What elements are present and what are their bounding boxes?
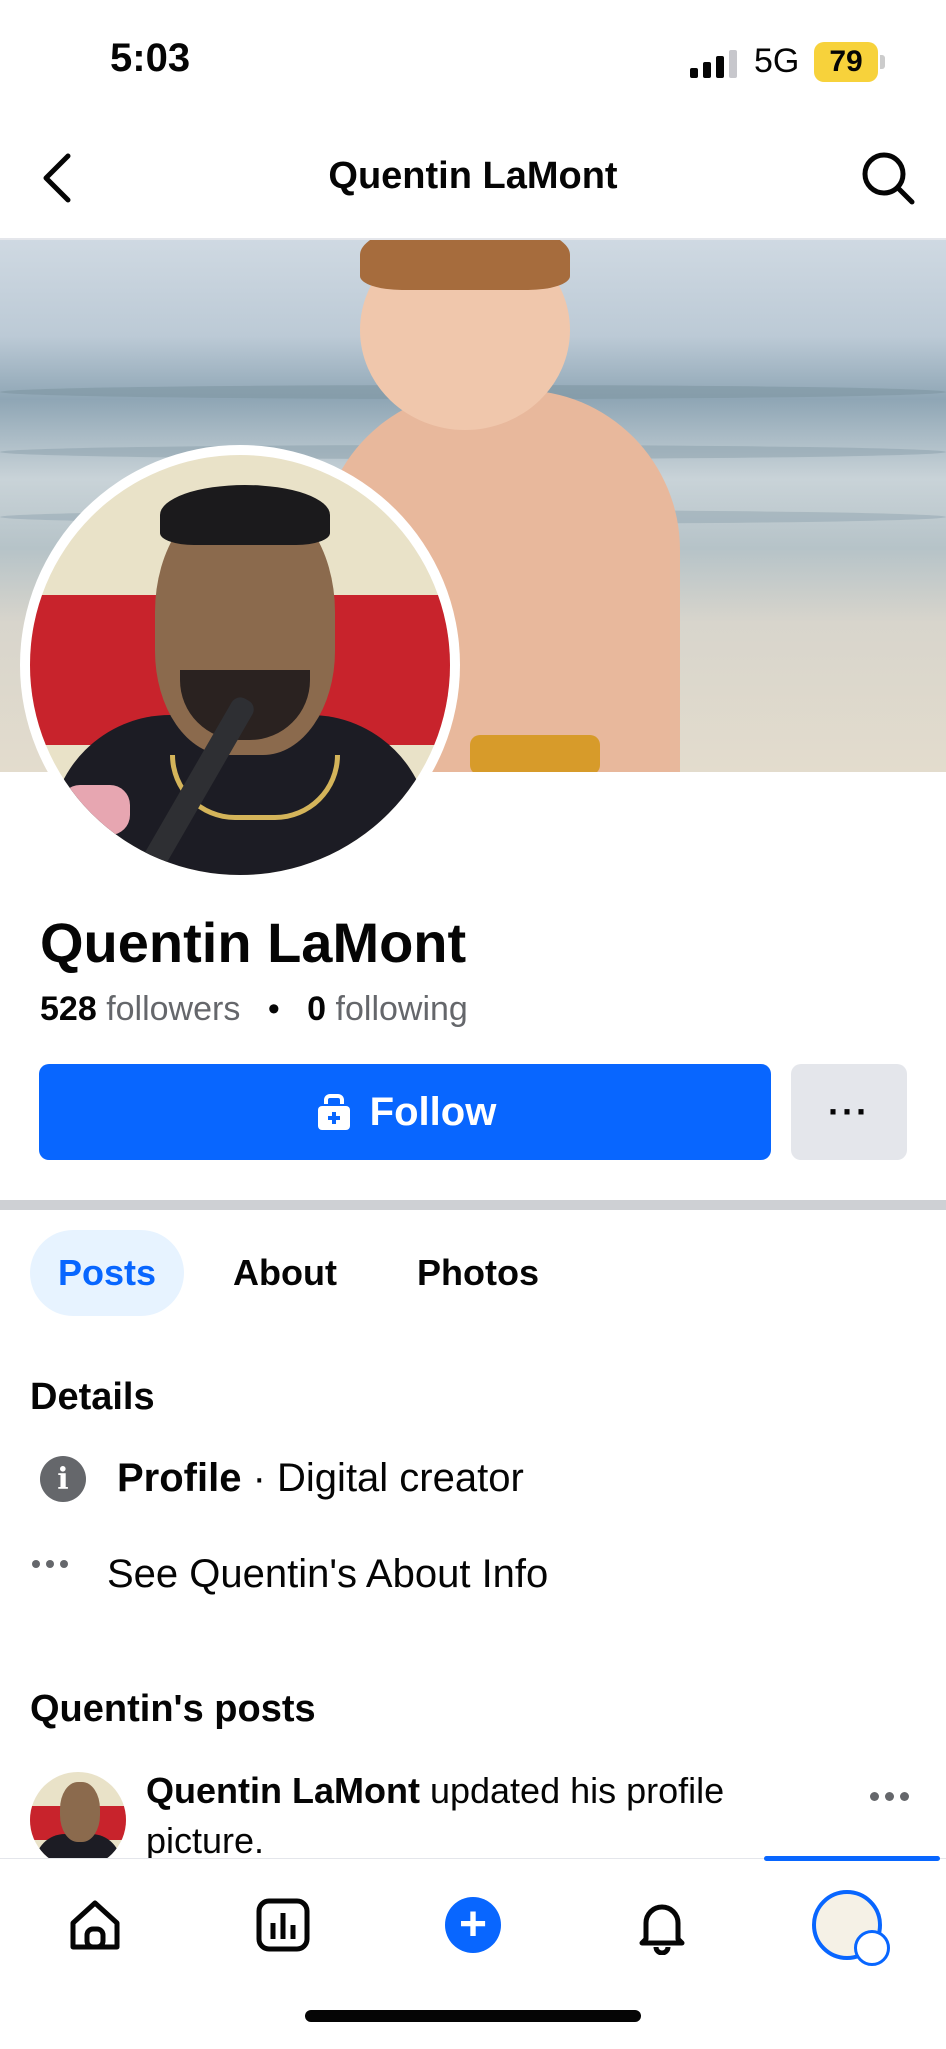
posts-heading: Quentin's posts [30, 1688, 316, 1730]
following-label[interactable]: following [336, 990, 468, 1028]
profile-label: Profile [117, 1456, 242, 1500]
battery-icon [880, 55, 885, 69]
nav-home[interactable] [60, 1890, 130, 1960]
followers-count[interactable]: 528 [40, 990, 97, 1028]
nav-notifications[interactable] [627, 1890, 697, 1960]
profile-category: Profile · Digital creator [117, 1456, 524, 1501]
section-divider [0, 1200, 946, 1210]
tab-posts[interactable]: Posts [30, 1230, 184, 1316]
nav-create[interactable]: + [438, 1890, 508, 1960]
notifications-icon [639, 1904, 685, 1955]
page-title: Quentin LaMont [328, 155, 618, 197]
post-options-button[interactable] [870, 1792, 914, 1804]
home-icon [70, 1900, 120, 1950]
follow-icon [317, 1094, 350, 1130]
post-author-avatar[interactable] [30, 1772, 126, 1868]
dashboard-icon [256, 1898, 310, 1952]
following-count[interactable]: 0 [307, 990, 326, 1028]
post-author[interactable]: Quentin LaMont [146, 1770, 420, 1811]
avatar[interactable] [30, 455, 450, 875]
tab-photos[interactable]: Photos [400, 1230, 556, 1316]
followers-label[interactable]: followers [106, 990, 240, 1028]
nav-dashboard[interactable] [248, 1890, 318, 1960]
profile-category-value: · Digital creator [241, 1456, 524, 1500]
home-indicator [305, 2010, 641, 2022]
menu-icon [854, 1930, 890, 1966]
profile-name: Quentin LaMont [40, 911, 467, 974]
signal-icon [690, 46, 738, 78]
nav-profile[interactable] [812, 1890, 890, 1966]
follow-stats: 528 followers • 0 following [40, 990, 468, 1029]
more-icon: ··· [828, 1091, 870, 1132]
post-header: Quentin LaMont updated his profile pictu… [146, 1766, 786, 1866]
battery-level: 79 [814, 42, 878, 82]
network-label: 5G [754, 42, 800, 80]
details-heading: Details [30, 1376, 155, 1418]
info-icon: i [40, 1456, 86, 1502]
create-icon: + [445, 1897, 501, 1953]
tab-about[interactable]: About [218, 1230, 352, 1316]
more-options-button[interactable]: ··· [791, 1064, 907, 1160]
follow-button[interactable]: Follow [39, 1064, 771, 1160]
about-info-link[interactable]: See Quentin's About Info [107, 1552, 548, 1597]
follow-label: Follow [369, 1089, 497, 1134]
search-icon [862, 152, 915, 205]
more-horizontal-icon [32, 1560, 76, 1574]
status-time: 5:03 [110, 36, 191, 80]
stats-separator: • [267, 990, 280, 1028]
profile-icon [812, 1890, 890, 1966]
active-tab-indicator [764, 1856, 940, 1861]
search-button[interactable] [858, 148, 918, 208]
